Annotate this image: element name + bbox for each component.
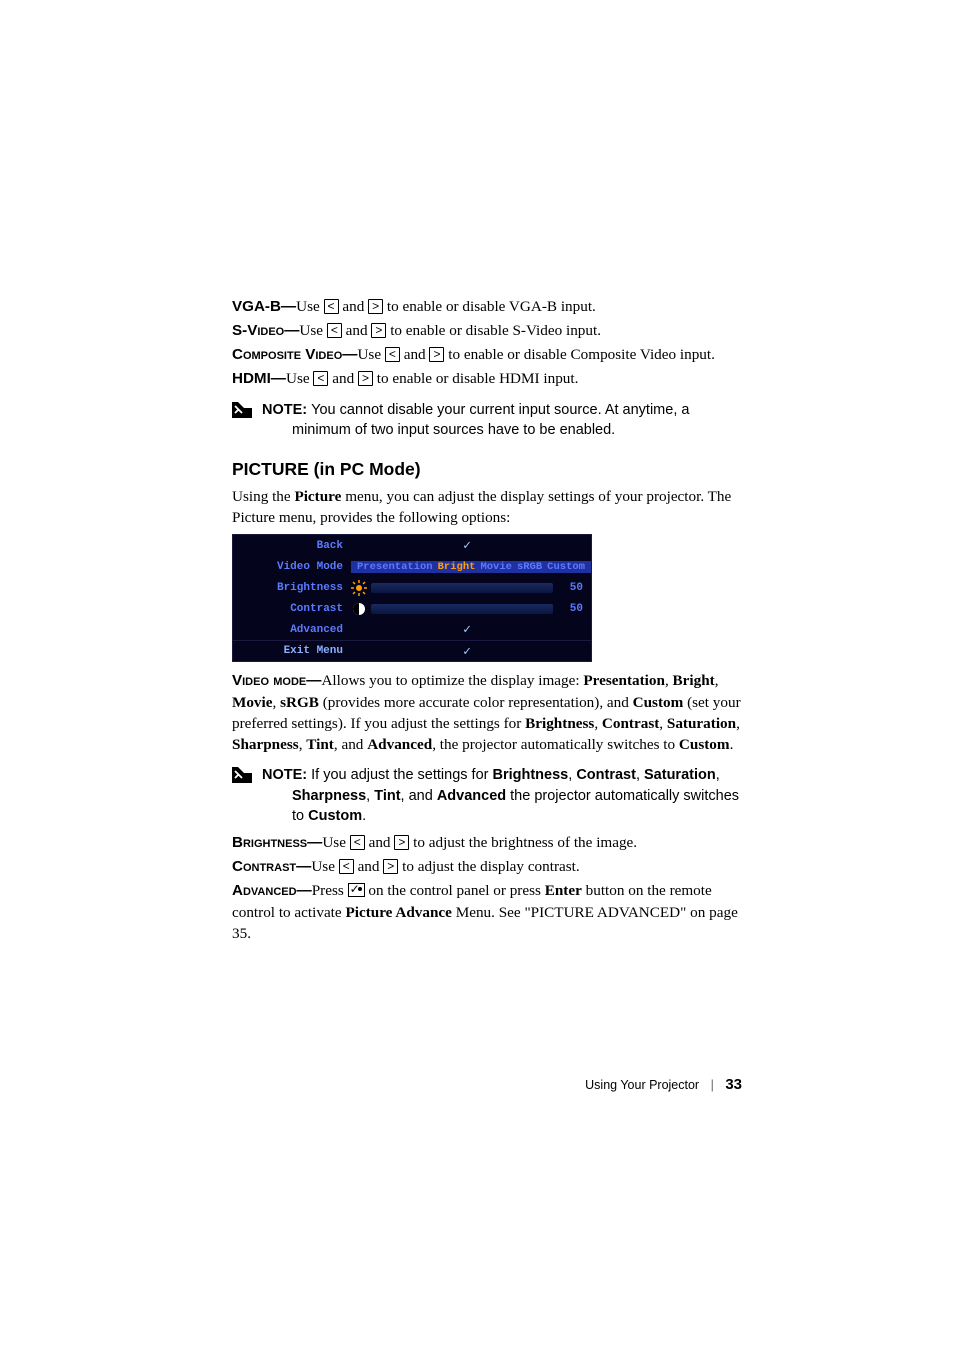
brightness-slider bbox=[371, 583, 553, 593]
page-number: 33 bbox=[725, 1076, 742, 1093]
footer-text: Using Your Projector bbox=[585, 1078, 699, 1092]
brightness-icon bbox=[351, 580, 367, 596]
right-key-icon: > bbox=[429, 347, 444, 362]
left-key-icon: < bbox=[313, 371, 328, 386]
intro-para: Using the Picture menu, you can adjust t… bbox=[232, 486, 742, 529]
contrast-icon bbox=[351, 601, 367, 617]
osd-menu: Back ✓ Video Mode Presentation Bright Mo… bbox=[232, 534, 592, 662]
brightness-line: Brightness—Use < and > to adjust the bri… bbox=[232, 832, 742, 854]
composite-label: Composite Video— bbox=[232, 346, 357, 363]
osd-back-row: Back ✓ bbox=[233, 535, 591, 556]
right-key-icon: > bbox=[394, 835, 409, 850]
footer-sep: | bbox=[711, 1078, 714, 1092]
note-2: NOTE: If you adjust the settings for Bri… bbox=[232, 765, 742, 826]
video-mode-para: Video mode—Allows you to optimize the di… bbox=[232, 670, 742, 755]
hdmi-line: HDMI—Use < and > to enable or disable HD… bbox=[232, 368, 742, 390]
right-key-icon: > bbox=[358, 371, 373, 386]
osd-brightness-row: Brightness 50 bbox=[233, 577, 591, 598]
s-video-line: S-Video—Use < and > to enable or disable… bbox=[232, 320, 742, 342]
right-key-icon: > bbox=[371, 323, 386, 338]
check-icon: ✓ bbox=[463, 622, 471, 637]
s-video-label: S-Video— bbox=[232, 322, 299, 339]
osd-exit-row: Exit Menu ✓ bbox=[233, 640, 591, 661]
right-key-icon: > bbox=[368, 299, 383, 314]
left-key-icon: < bbox=[350, 835, 365, 850]
note-1: NOTE: You cannot disable your current in… bbox=[232, 400, 742, 441]
check-icon: ✓ bbox=[463, 644, 471, 659]
left-key-icon: < bbox=[327, 323, 342, 338]
contrast-slider bbox=[371, 604, 553, 614]
hdmi-label: HDMI— bbox=[232, 370, 286, 387]
note-icon bbox=[232, 767, 252, 783]
section-heading: PICTURE (in PC Mode) bbox=[232, 459, 742, 480]
left-key-icon: < bbox=[339, 859, 354, 874]
right-key-icon: > bbox=[383, 859, 398, 874]
osd-advanced-row: Advanced ✓ bbox=[233, 619, 591, 640]
left-key-icon: < bbox=[324, 299, 339, 314]
composite-line: Composite Video—Use < and > to enable or… bbox=[232, 344, 742, 366]
check-icon: ✓ bbox=[463, 538, 471, 553]
note-label: NOTE: bbox=[262, 767, 311, 783]
enter-icon bbox=[348, 883, 365, 897]
vga-b-label: VGA-B— bbox=[232, 298, 296, 315]
osd-contrast-row: Contrast 50 bbox=[233, 598, 591, 619]
contrast-line: Contrast—Use < and > to adjust the displ… bbox=[232, 856, 742, 878]
osd-video-mode-row: Video Mode Presentation Bright Movie sRG… bbox=[233, 556, 591, 577]
note-label: NOTE: bbox=[262, 402, 311, 418]
vga-b-line: VGA-B—Use < and > to enable or disable V… bbox=[232, 296, 742, 318]
advanced-line: Advanced—Press on the control panel or p… bbox=[232, 880, 742, 944]
left-key-icon: < bbox=[385, 347, 400, 362]
page-footer: Using Your Projector | 33 bbox=[232, 1076, 742, 1093]
note-icon bbox=[232, 402, 252, 418]
